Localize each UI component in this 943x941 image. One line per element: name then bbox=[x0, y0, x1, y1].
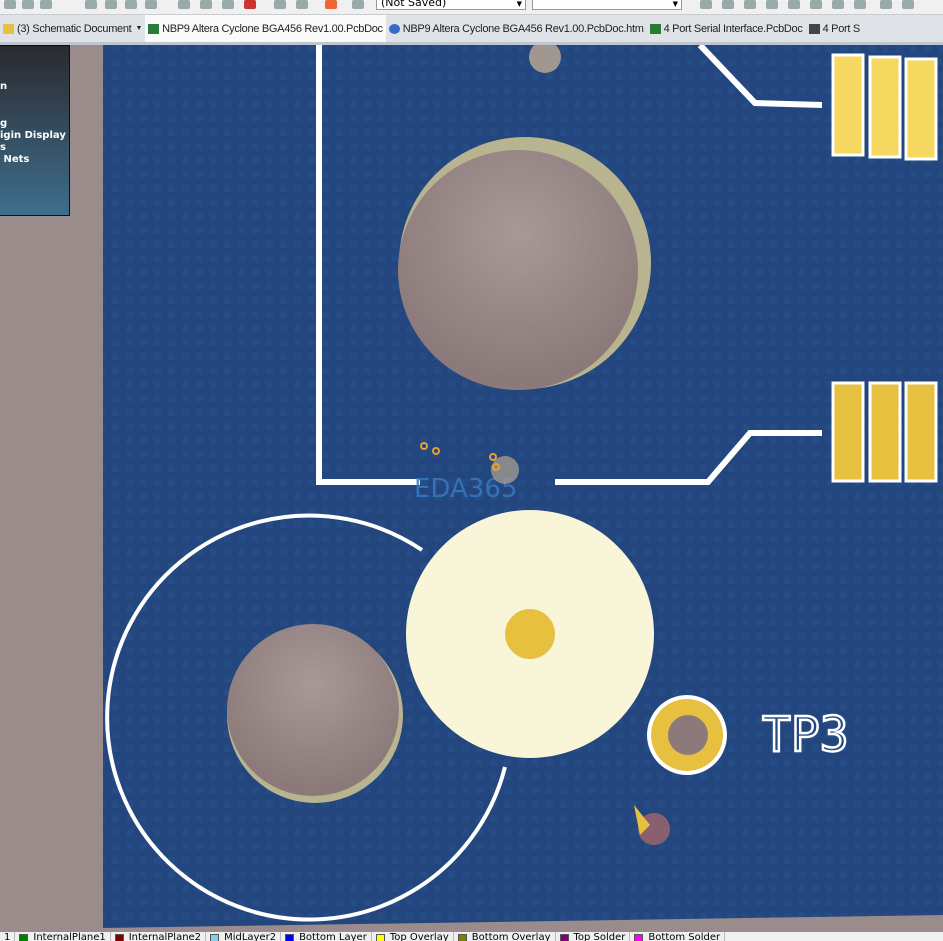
layer-label: 1 bbox=[4, 932, 11, 941]
layer-label: Top Overlay bbox=[389, 932, 449, 941]
second-combo[interactable]: ▼ bbox=[532, 0, 682, 10]
variant-combo[interactable]: (Not Saved) ▼ bbox=[376, 0, 526, 10]
toolbar-icon[interactable] bbox=[105, 0, 117, 9]
tab-label: 4 Port Serial Interface.PcbDoc bbox=[663, 22, 803, 35]
layer-tab-top-overlay[interactable]: Top Overlay bbox=[372, 932, 454, 941]
toolbar-icon[interactable] bbox=[85, 0, 97, 9]
variant-combo-value: (Not Saved) bbox=[381, 0, 447, 9]
designator-tp3: TP3 bbox=[762, 707, 849, 763]
smd-pads-upper bbox=[831, 53, 938, 161]
layer-color-swatch bbox=[114, 934, 124, 941]
tab-4-port[interactable]: 4 Port S bbox=[806, 15, 863, 42]
panel-item[interactable]: Nets bbox=[0, 154, 29, 165]
variant-icon[interactable] bbox=[352, 0, 364, 9]
layer-tabs: 1 InternalPlane1 InternalPlane2 MidLayer… bbox=[0, 932, 943, 941]
chevron-down-icon[interactable]: ▼ bbox=[135, 25, 142, 32]
redo-icon[interactable] bbox=[296, 0, 308, 9]
tab-serial-interface[interactable]: 4 Port Serial Interface.PcbDoc bbox=[647, 15, 806, 42]
toolbar-icon[interactable] bbox=[145, 0, 157, 9]
toolbar-icon[interactable] bbox=[700, 0, 712, 9]
panel-item[interactable]: n bbox=[0, 81, 7, 92]
floating-panel[interactable]: n g igin Display s Nets bbox=[0, 45, 70, 216]
panel-item[interactable]: g bbox=[0, 118, 7, 129]
document-tabs: (3) Schematic Document ▼ NBP9 Altera Cycl… bbox=[0, 15, 943, 45]
toolbar-icon[interactable] bbox=[22, 0, 34, 9]
test-point-hole bbox=[668, 715, 708, 755]
pencil-icon[interactable] bbox=[325, 0, 337, 9]
layer-tab-internalplane2[interactable]: InternalPlane2 bbox=[111, 932, 207, 941]
browser-icon bbox=[388, 23, 400, 34]
toolbar-icon[interactable] bbox=[766, 0, 778, 9]
layer-tab-midlayer2[interactable]: MidLayer2 bbox=[206, 932, 282, 941]
layer-tab-bottom-solder[interactable]: Bottom Solder bbox=[630, 932, 726, 941]
panel-item[interactable]: igin Display bbox=[0, 130, 66, 141]
toolbar-icon[interactable] bbox=[178, 0, 190, 9]
smd-pads-lower bbox=[831, 381, 938, 483]
toolbar-icon[interactable] bbox=[744, 0, 756, 9]
layer-label: Bottom Layer bbox=[299, 932, 367, 941]
layer-label: InternalPlane2 bbox=[128, 932, 202, 941]
toolbar-icon[interactable] bbox=[788, 0, 800, 9]
undo-icon[interactable] bbox=[274, 0, 286, 9]
pcb-icon bbox=[649, 23, 661, 34]
component-hole bbox=[227, 624, 399, 796]
tab-label: NBP9 Altera Cyclone BGA456 Rev1.00.PcbDo… bbox=[162, 22, 383, 35]
toolbar-icon[interactable] bbox=[40, 0, 52, 9]
toolbar-icon[interactable] bbox=[200, 0, 212, 9]
layer-color-swatch bbox=[634, 934, 644, 941]
tab-label: (3) Schematic Document bbox=[17, 22, 132, 35]
toolbar-icon[interactable] bbox=[722, 0, 734, 9]
delete-icon[interactable] bbox=[244, 0, 256, 9]
chevron-down-icon: ▼ bbox=[516, 0, 522, 8]
toolbar: (Not Saved) ▼ ▼ bbox=[0, 0, 943, 15]
layer-color-swatch bbox=[559, 934, 569, 941]
layer-label: Bottom Solder bbox=[648, 932, 721, 941]
chevron-down-icon: ▼ bbox=[672, 0, 678, 8]
layer-label: MidLayer2 bbox=[224, 932, 277, 941]
toolbar-icon[interactable] bbox=[125, 0, 137, 9]
tab-pcbdoc[interactable]: NBP9 Altera Cyclone BGA456 Rev1.00.PcbDo… bbox=[145, 15, 386, 42]
toolbar-icon[interactable] bbox=[902, 0, 914, 9]
toolbar-icon[interactable] bbox=[222, 0, 234, 9]
schematic-icon bbox=[3, 23, 14, 34]
layer-label: Top Solder bbox=[573, 932, 626, 941]
layer-tab-bottom-layer[interactable]: Bottom Layer bbox=[281, 932, 372, 941]
layer-color-swatch bbox=[210, 934, 220, 941]
toolbar-icon[interactable] bbox=[810, 0, 822, 9]
library-icon bbox=[808, 23, 820, 34]
toolbar-icon[interactable] bbox=[832, 0, 844, 9]
tab-schematic-document[interactable]: (3) Schematic Document ▼ bbox=[0, 15, 145, 42]
layer-color-swatch bbox=[19, 934, 29, 941]
layer-tab-bottom-overlay[interactable]: Bottom Overlay bbox=[454, 932, 556, 941]
pad-center bbox=[505, 609, 555, 659]
layer-color-swatch bbox=[457, 934, 467, 941]
tab-label: 4 Port S bbox=[822, 22, 861, 35]
tab-label: NBP9 Altera Cyclone BGA456 Rev1.00.PcbDo… bbox=[402, 22, 644, 35]
pcb-canvas[interactable]: TP3 EDA365 bbox=[0, 45, 943, 932]
layer-tab-internalplane1[interactable]: InternalPlane1 bbox=[15, 932, 111, 941]
layer-label: Bottom Overlay bbox=[471, 932, 551, 941]
layer-color-swatch bbox=[375, 934, 385, 941]
panel-item[interactable]: s bbox=[0, 142, 6, 153]
toolbar-icon[interactable] bbox=[854, 0, 866, 9]
layer-tab-top-solder[interactable]: Top Solder bbox=[556, 932, 631, 941]
mounting-hole bbox=[398, 150, 638, 390]
pcb-icon bbox=[148, 23, 160, 34]
text-icon[interactable] bbox=[880, 0, 892, 9]
layer-color-swatch bbox=[285, 934, 295, 941]
toolbar-icon[interactable] bbox=[4, 0, 16, 9]
layer-label: InternalPlane1 bbox=[33, 932, 106, 941]
tab-pcbdoc-htm[interactable]: NBP9 Altera Cyclone BGA456 Rev1.00.PcbDo… bbox=[386, 15, 647, 42]
layer-tab-partial[interactable]: 1 bbox=[0, 932, 16, 941]
